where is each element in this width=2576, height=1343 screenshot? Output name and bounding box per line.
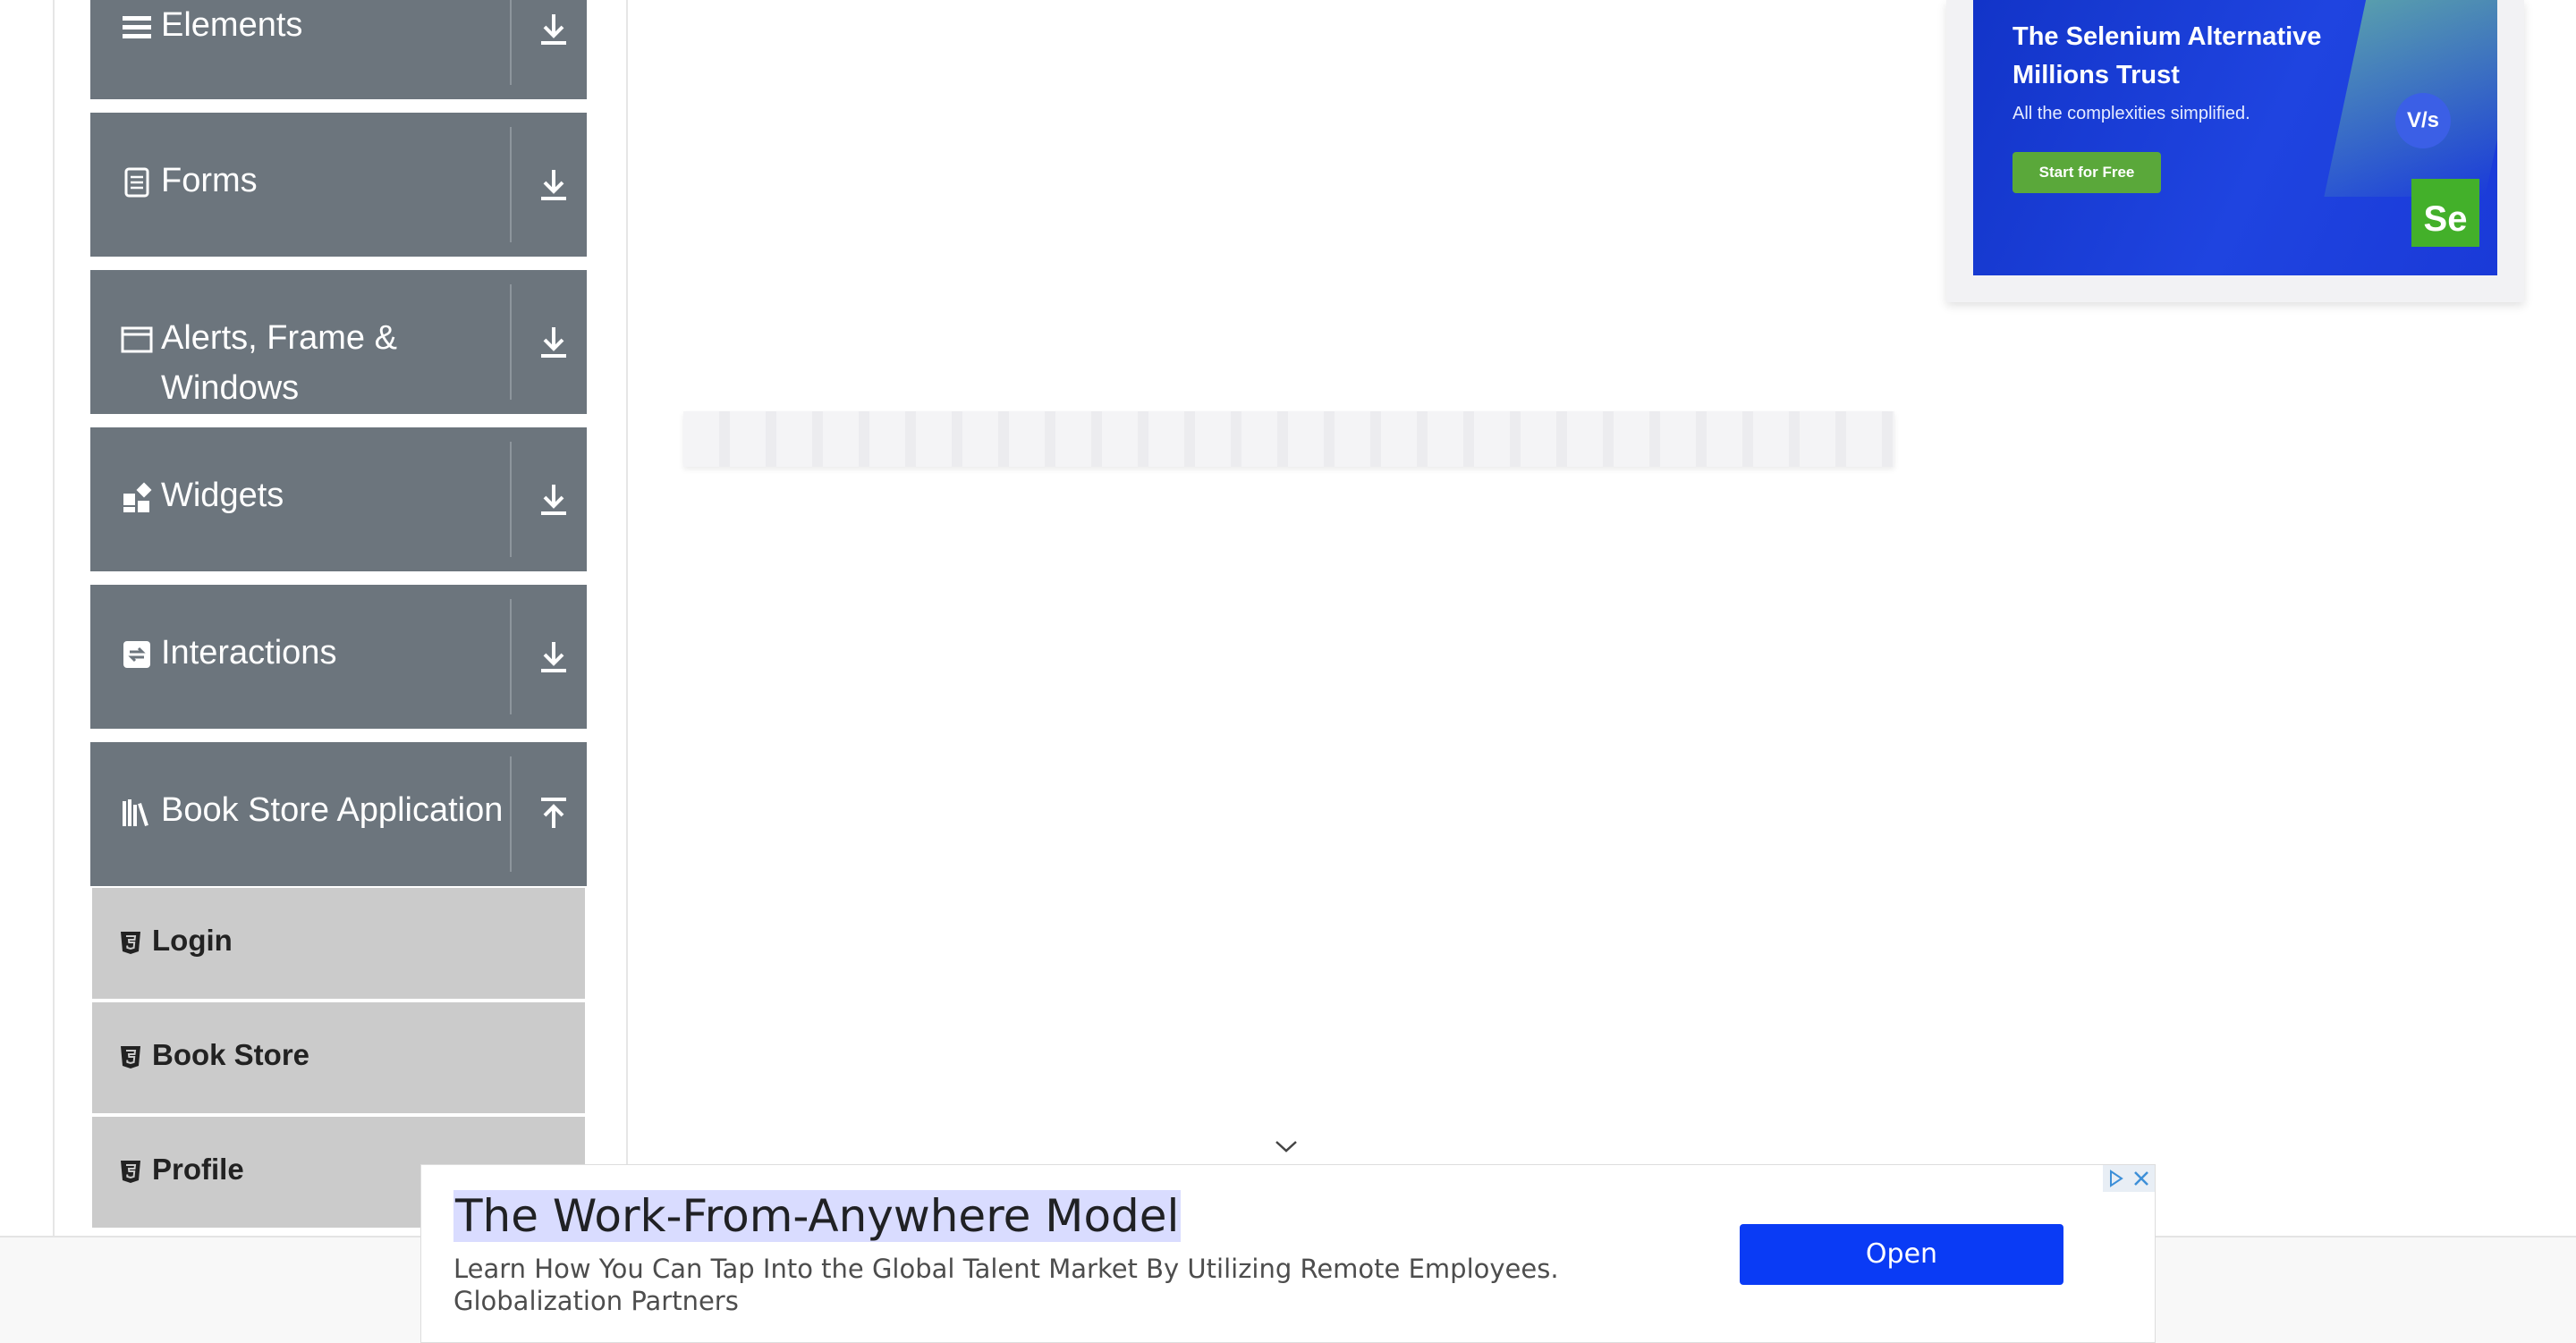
sidebar-group-label: Elements: [161, 6, 303, 44]
list-icon: [121, 11, 153, 43]
sidebar-group-label: Widgets: [161, 477, 284, 514]
sidebar-group-label: Interactions: [161, 634, 337, 672]
expand-icon[interactable]: [534, 165, 573, 204]
vs-badge: V/s: [2395, 93, 2451, 148]
sidebar-group-book-store-application[interactable]: Book Store Application: [90, 742, 587, 886]
ad-banner-image[interactable]: The Selenium Alternative Millions Trust …: [1973, 0, 2497, 275]
sidebar-group-alerts-frame-windows[interactable]: Alerts, Frame & Windows: [90, 270, 587, 414]
sidebar-group-label: Alerts, Frame & Windows: [161, 319, 397, 407]
sidebar-item-book-store[interactable]: Book Store: [92, 1002, 585, 1113]
ad-choices-icon[interactable]: [2103, 1165, 2155, 1192]
sidebar-item-login[interactable]: Login: [92, 888, 585, 999]
widgets-icon: [121, 481, 153, 513]
group-divider: [510, 756, 512, 872]
html5-icon: [117, 1158, 144, 1185]
page: Elements Forms Alerts, Frame & Windows W…: [0, 0, 2576, 1343]
group-divider: [510, 127, 512, 242]
expand-icon[interactable]: [534, 637, 573, 676]
sidebar-group-forms[interactable]: Forms: [90, 113, 587, 257]
sidebar-group-widgets[interactable]: Widgets: [90, 427, 587, 571]
group-divider: [510, 599, 512, 714]
collapse-icon[interactable]: [534, 794, 573, 833]
sidebar-item-label: Profile: [152, 1153, 244, 1186]
window-icon: [121, 324, 153, 356]
ad-title[interactable]: The Work-From-Anywhere Model: [453, 1190, 1182, 1242]
ad-placeholder: [683, 411, 1894, 467]
books-icon: [121, 796, 153, 828]
expand-icon[interactable]: [534, 9, 573, 48]
sidebar-group-elements[interactable]: Elements: [90, 0, 587, 99]
expand-icon[interactable]: [534, 479, 573, 519]
interactions-icon: [121, 638, 153, 671]
sidebar-group-label: Book Store Application: [161, 791, 504, 829]
ad-cta-button[interactable]: Start for Free: [2012, 152, 2161, 193]
sidebar-item-label: Login: [152, 924, 233, 957]
chevron-down-icon[interactable]: [1274, 1137, 1299, 1155]
sidebar-divider: [626, 0, 628, 1236]
selenium-logo: Se: [2411, 179, 2479, 247]
html5-icon: [117, 1043, 144, 1070]
ad-banner-bottom[interactable]: The Work-From-Anywhere Model Learn How Y…: [420, 1164, 2156, 1343]
group-divider: [510, 442, 512, 557]
left-border: [53, 0, 55, 1236]
sidebar-group-label: Forms: [161, 162, 258, 199]
html5-icon: [117, 929, 144, 956]
ad-subtext: All the complexities simplified.: [2012, 104, 2250, 123]
sidebar-item-label: Book Store: [152, 1038, 310, 1071]
group-divider: [510, 0, 512, 85]
ad-headline: The Selenium Alternative Millions Trust: [2012, 22, 2322, 89]
expand-icon[interactable]: [534, 322, 573, 361]
document-icon: [121, 166, 153, 198]
ad-banner-top[interactable]: The Selenium Alternative Millions Trust …: [1946, 0, 2524, 302]
sidebar-group-interactions[interactable]: Interactions: [90, 585, 587, 729]
group-divider: [510, 284, 512, 400]
ad-description: Learn How You Can Tap Into the Global Ta…: [453, 1254, 1559, 1316]
open-button[interactable]: Open: [1740, 1224, 2063, 1285]
